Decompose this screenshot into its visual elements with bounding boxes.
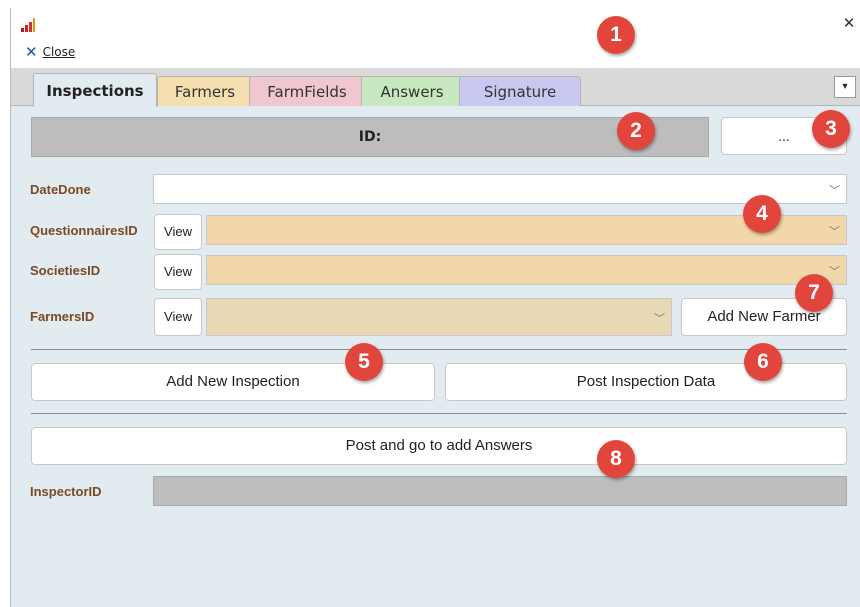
chevron-down-icon: ﹀	[654, 312, 665, 325]
tab-menu-dropdown-icon[interactable]: ▾	[834, 76, 856, 98]
tab-strip: Farmers FarmFields Answers Signature Ins…	[11, 68, 860, 107]
farmers-id-dropdown[interactable]: ﹀	[206, 298, 672, 336]
post-and-add-answers-button[interactable]: Post and go to add Answers	[31, 427, 847, 465]
farmers-view-button[interactable]: View	[154, 298, 202, 336]
societies-id-label: SocietiesID	[30, 263, 101, 278]
annotation-badge-1: 1	[597, 16, 635, 54]
date-done-label: DateDone	[30, 182, 91, 197]
tab-farmfields[interactable]: FarmFields	[249, 76, 365, 106]
tab-farmers[interactable]: Farmers	[157, 76, 253, 106]
separator-line	[31, 349, 847, 350]
command-bar: ✕ Close	[11, 42, 860, 66]
app-logo-icon	[21, 18, 35, 32]
tab-inspections[interactable]: Inspections	[33, 73, 157, 107]
inspector-id-field	[153, 476, 847, 506]
post-inspection-data-button[interactable]: Post Inspection Data	[445, 363, 847, 401]
separator-line	[31, 413, 847, 414]
societies-view-button[interactable]: View	[154, 254, 202, 290]
inspections-panel: ID: ... DateDone ﹀ QuestionnairesID View…	[11, 106, 860, 607]
chevron-down-icon: ﹀	[829, 184, 840, 197]
close-command-button[interactable]: ✕ Close	[25, 43, 76, 61]
window-close-icon[interactable]: ✕	[839, 13, 859, 33]
annotation-badge-8: 8	[597, 440, 635, 478]
tab-answers[interactable]: Answers	[361, 76, 463, 106]
close-command-label: Close	[42, 45, 76, 59]
annotation-badge-4: 4	[743, 195, 781, 233]
close-icon: ✕	[25, 43, 38, 61]
farmers-id-label: FarmersID	[30, 309, 95, 324]
chevron-down-icon: ﹀	[829, 265, 840, 278]
annotation-badge-2: 2	[617, 112, 655, 150]
inspector-id-label: InspectorID	[30, 484, 102, 499]
annotation-badge-7: 7	[795, 274, 833, 312]
chevron-down-icon: ﹀	[829, 225, 840, 238]
annotation-badge-6: 6	[744, 343, 782, 381]
title-bar: ✕	[11, 8, 860, 40]
societies-id-dropdown[interactable]: ﹀	[206, 255, 847, 285]
id-display: ID:	[31, 117, 709, 157]
questionnaires-view-button[interactable]: View	[154, 214, 202, 250]
app-window: ✕ ✕ Close Farmers FarmFields Answers Sig…	[10, 8, 860, 607]
date-done-dropdown[interactable]: ﹀	[153, 174, 847, 204]
annotation-badge-3: 3	[812, 110, 850, 148]
annotation-badge-5: 5	[345, 343, 383, 381]
questionnaires-id-label: QuestionnairesID	[30, 223, 138, 238]
tab-signature[interactable]: Signature	[459, 76, 581, 106]
